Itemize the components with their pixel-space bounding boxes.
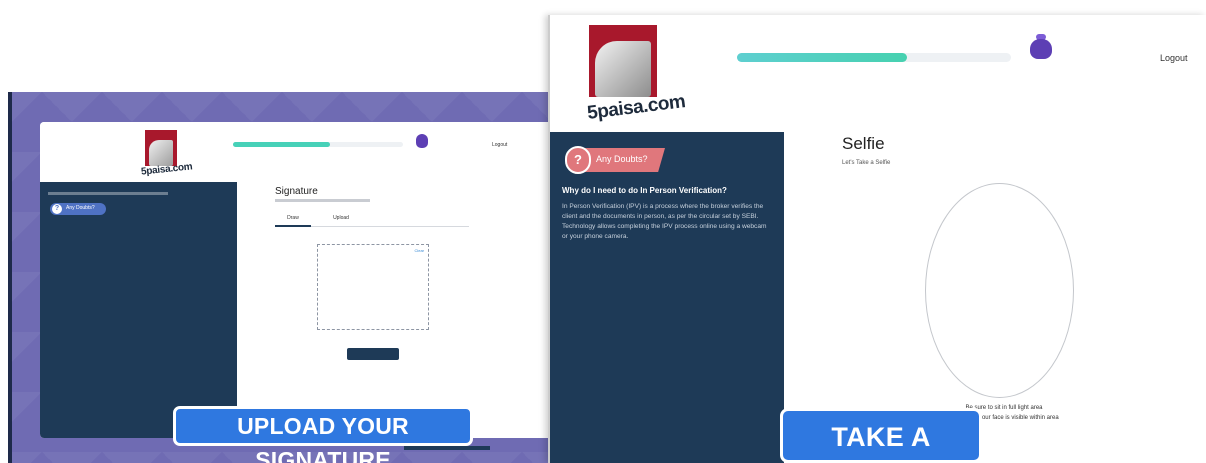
page-title: Signature <box>275 186 318 197</box>
page-subtitle: Let's Take a Selfie <box>842 160 891 166</box>
selfie-sidebar: ? Any Doubts? Why do I need to do In Per… <box>550 132 784 463</box>
progress-bar <box>737 53 1011 62</box>
faq-answer: In Person Verification (IPV) is a proces… <box>562 203 767 240</box>
logout-link[interactable]: Logout <box>492 142 507 148</box>
clear-link[interactable]: Clear <box>414 248 424 253</box>
selfie-window: 5paisa.com Logout ? Any Doubts? Why do I… <box>548 15 1206 463</box>
capture-button[interactable] <box>404 446 490 450</box>
page-title: Selfie <box>842 134 885 153</box>
save-continue-button[interactable] <box>347 348 399 360</box>
face-oval-frame <box>925 183 1074 398</box>
signature-pad[interactable]: Clear <box>317 244 429 330</box>
bag-body <box>1030 39 1052 59</box>
money-bag-icon <box>416 134 428 148</box>
progress-fill <box>737 53 907 62</box>
doubts-button[interactable]: ? Any Doubts? <box>50 203 106 215</box>
logout-link[interactable]: Logout <box>1160 53 1188 63</box>
signature-sidebar: ? Any Doubts? <box>40 182 237 438</box>
upload-signature-banner: UPLOAD YOUR SIGNATURE <box>173 406 473 463</box>
sidebar-text-line <box>48 192 168 195</box>
brand-logo[interactable]: 5paisa.com <box>583 25 686 133</box>
selfie-header: 5paisa.com Logout <box>550 15 1206 132</box>
progress-fill <box>233 142 330 147</box>
tab-upload[interactable]: Upload <box>323 212 359 227</box>
tutorial-collage: 5paisa.com Logout ? Any Doubts? Signatur… <box>0 0 1206 463</box>
question-mark-icon: ? <box>52 204 62 214</box>
doubts-label: Any Doubts? <box>596 154 648 164</box>
signature-header: 5paisa.com Logout <box>40 122 600 182</box>
signature-main: Signature Draw Upload Clear <box>237 182 600 438</box>
faq-question: Why do I need to do In Person Verificati… <box>562 186 727 195</box>
progress-bar <box>233 142 403 147</box>
doubts-label: Any Doubts? <box>66 205 95 211</box>
tab-draw[interactable]: Draw <box>275 212 311 227</box>
signature-window: 5paisa.com Logout ? Any Doubts? Signatur… <box>40 122 600 438</box>
money-bag-icon <box>1029 34 1053 60</box>
signature-tabs: Draw Upload <box>275 212 469 227</box>
logo-paper <box>149 140 173 166</box>
brand-logo[interactable]: 5paisa.com <box>141 130 193 182</box>
question-mark-icon: ? <box>565 146 591 174</box>
take-selfie-banner: TAKE A SELFIE <box>780 408 982 463</box>
logo-paper <box>595 41 651 97</box>
page-subtitle <box>275 199 370 202</box>
